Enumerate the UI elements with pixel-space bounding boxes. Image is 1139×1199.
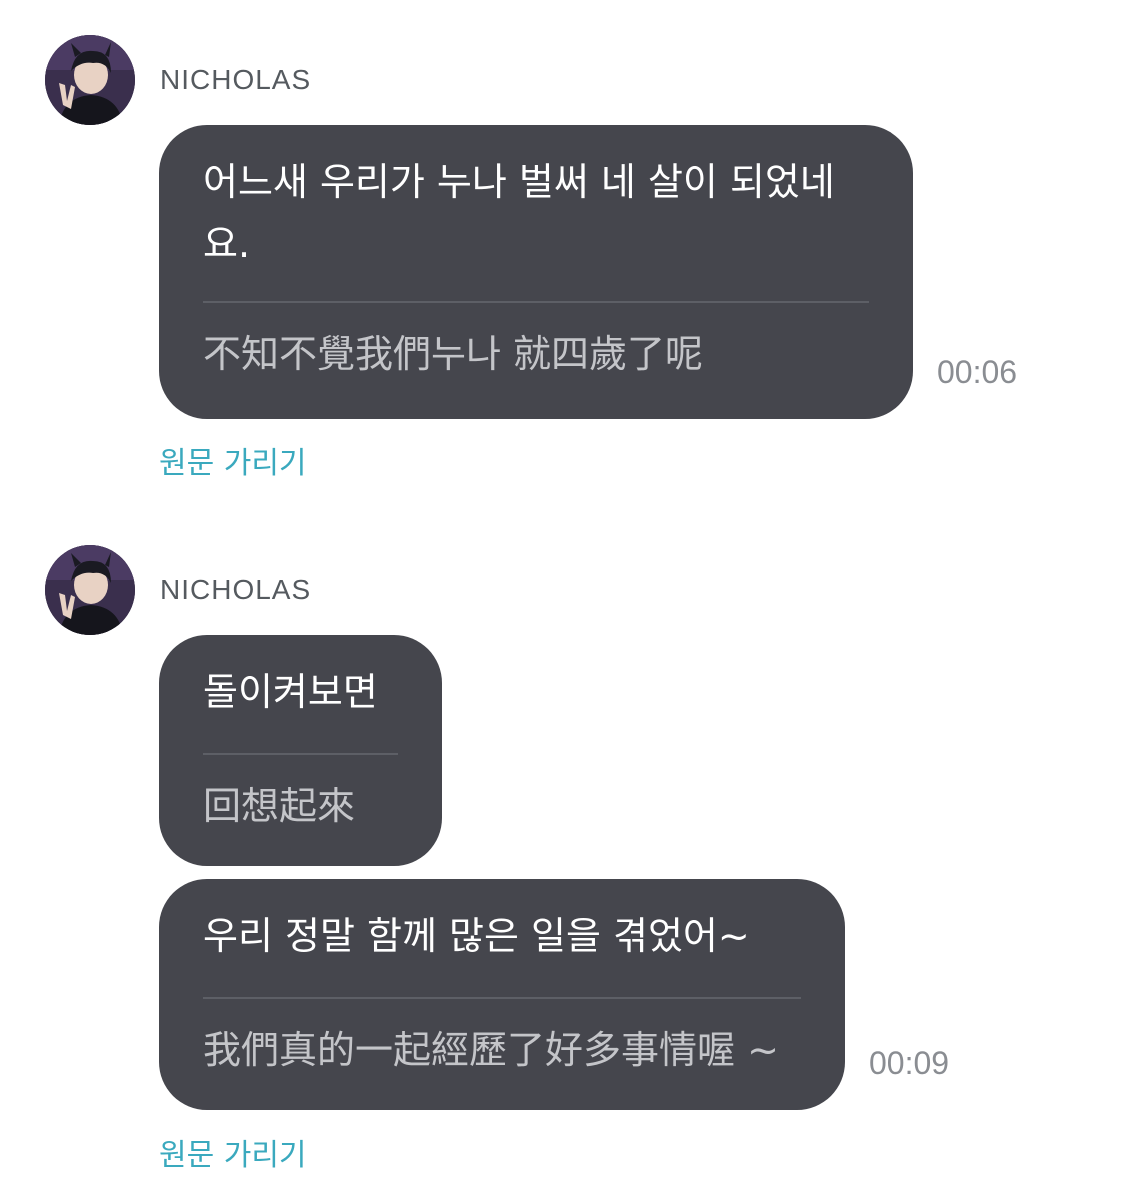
message-original-text: 우리 정말 함께 많은 일을 겪었어~ [203,914,750,958]
translation-divider [203,997,801,999]
message-translation-text: 回想起來 [203,784,356,828]
translation-divider [203,753,398,755]
message-original-text: 어느새 우리가 누나 벌써 네 살이 되었네요. [203,160,835,266]
sender-avatar[interactable] [45,545,135,635]
message-translation-text: 不知不覺我們누나 就四歲了呢 [203,332,704,376]
message-translation-text: 我們真的一起經歷了好多事情喔 ~ [203,1028,779,1072]
sender-name: NICHOLAS [160,64,312,95]
hide-original-link[interactable]: 원문 가리기 [159,1141,307,1171]
message-bubble[interactable]: 우리 정말 함께 많은 일을 겪었어~ 我們真的一起經歷了好多事情喔 ~ [159,879,845,1110]
sender-name: NICHOLAS [160,574,312,605]
hide-original-link[interactable]: 원문 가리기 [159,449,307,479]
message-original-text: 돌이켜보면 [203,670,378,714]
message-timestamp: 00:09 [869,1045,950,1081]
avatar-photo-icon [45,545,135,635]
message-bubble[interactable]: 돌이켜보면 回想起來 [159,635,442,866]
translation-divider [203,301,869,303]
sender-avatar[interactable] [45,35,135,125]
message-timestamp: 00:06 [937,354,1018,390]
avatar-photo-icon [45,35,135,125]
message-bubble[interactable]: 어느새 우리가 누나 벌써 네 살이 되었네요. 不知不覺我們누나 就四歲了呢 [159,125,913,419]
